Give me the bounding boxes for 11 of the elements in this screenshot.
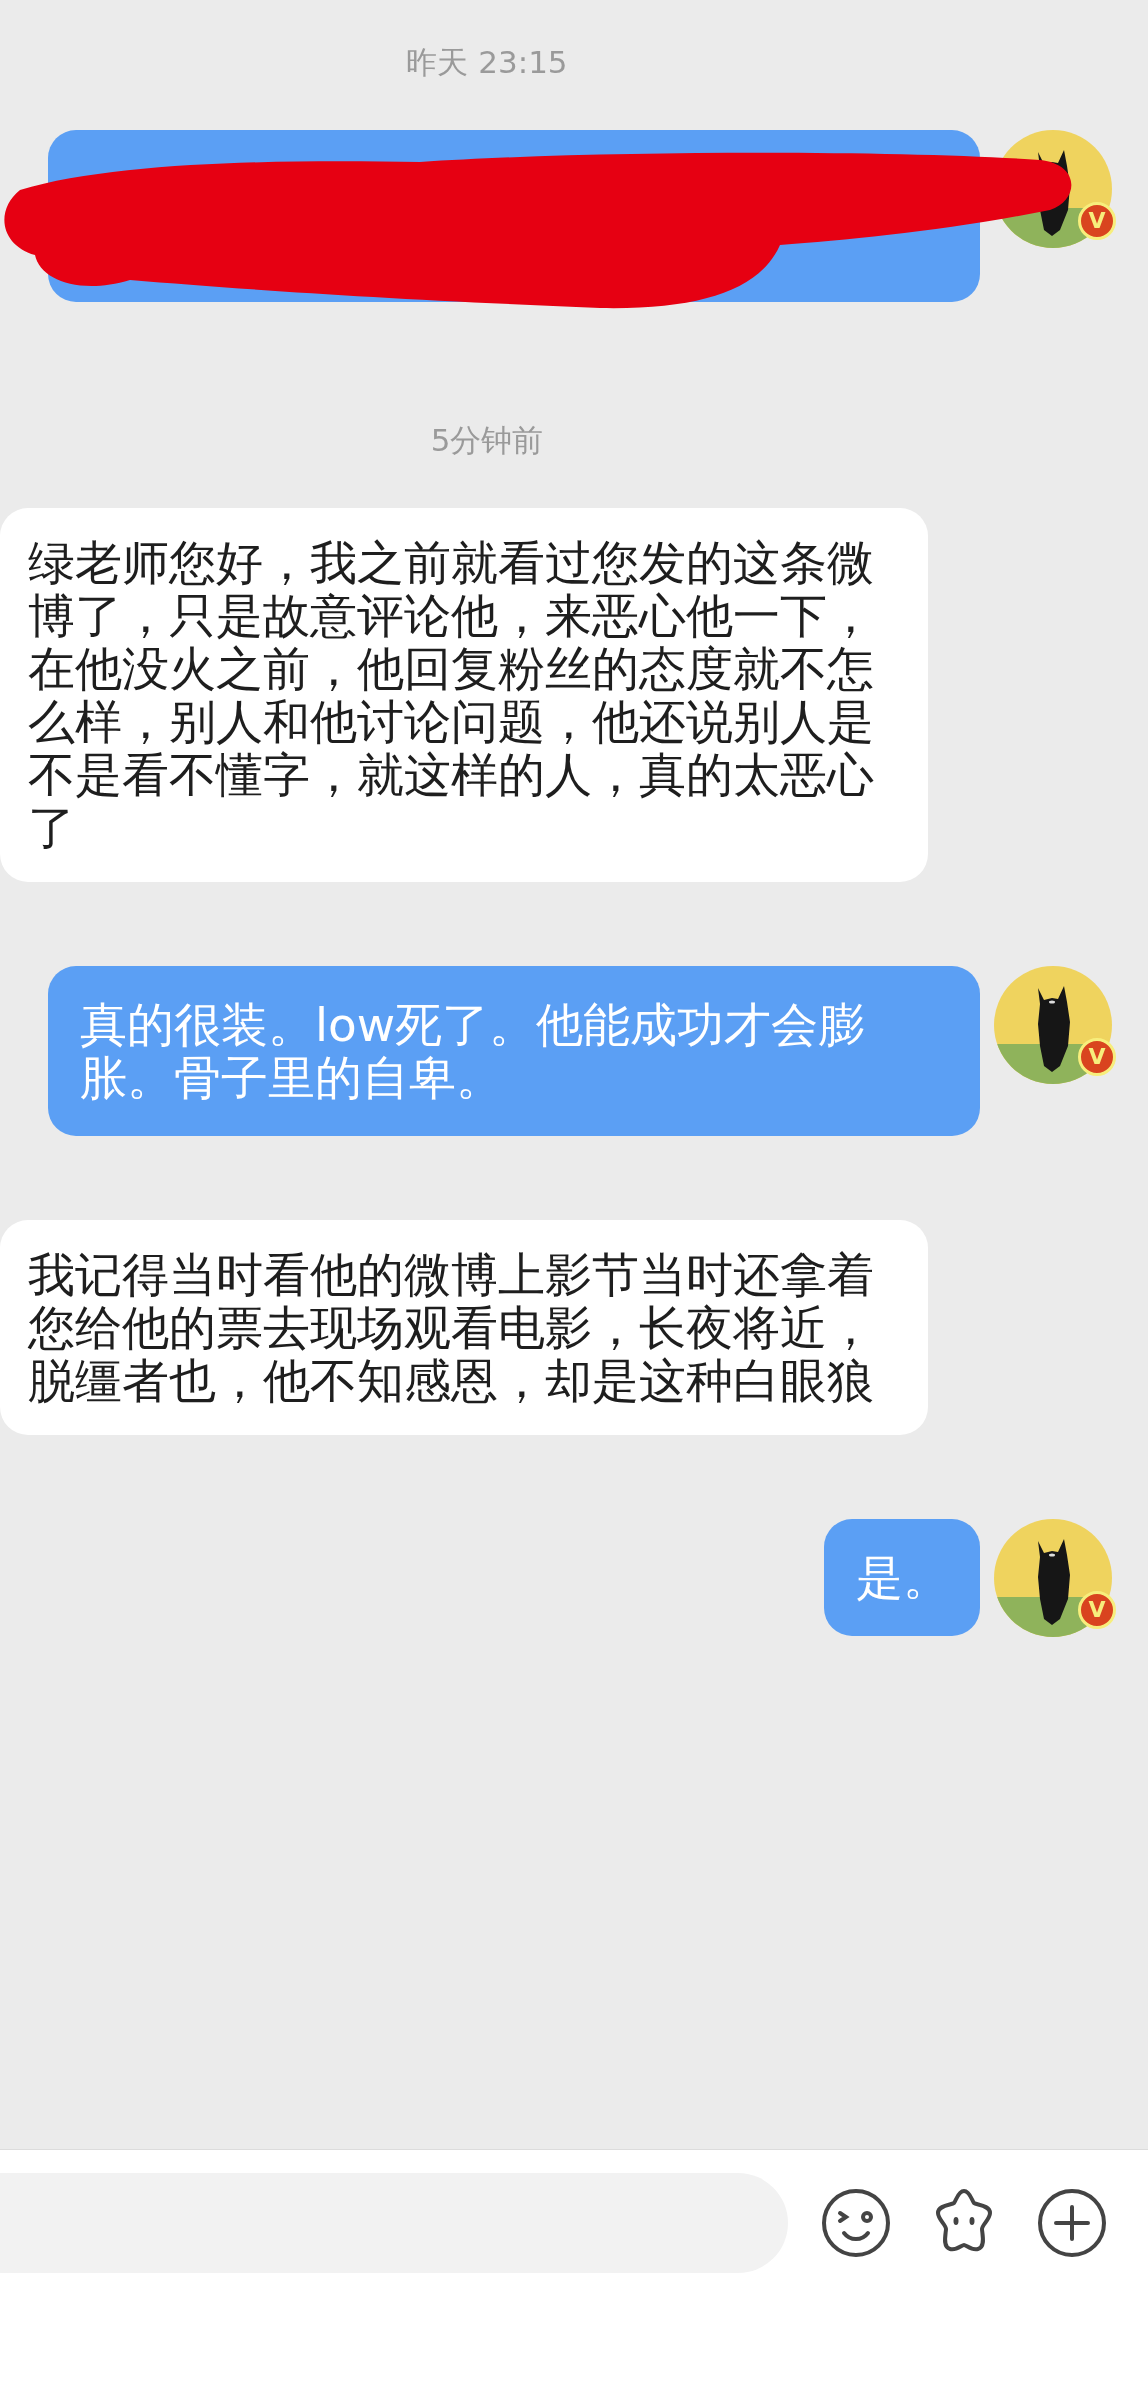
verified-badge: V <box>1078 202 1116 240</box>
emoji-icon[interactable] <box>820 2187 892 2259</box>
timestamp: 昨天 23:15 <box>406 44 568 80</box>
message-bubble: 是。 <box>824 1519 980 1636</box>
add-icon[interactable] <box>1036 2187 1108 2259</box>
timestamp: 5分钟前 <box>430 422 544 458</box>
message-bubble: 我记得当时看他的微博上影节当时还拿着您给他的票去现场观看电影，长夜将近，脱缰者也，他不知感恩，却是这种白眼狼 <box>0 1220 928 1435</box>
message-bubble: 真的很装。low死了。他能成功才会膨胀。骨子里的自卑。 <box>48 966 980 1136</box>
verified-badge: V <box>1078 1038 1116 1076</box>
message-bubble: 绿老师您好，我之前就看过您发的这条微博了，只是故意评论他，来恶心他一下，在他没火之前，他回复粉丝的态度就不怎么样，别人和他讨论问题，他还说别人是不是看不懂字，就这样的人，真的太恶心了 <box>0 508 928 882</box>
verified-badge: V <box>1078 1591 1116 1629</box>
